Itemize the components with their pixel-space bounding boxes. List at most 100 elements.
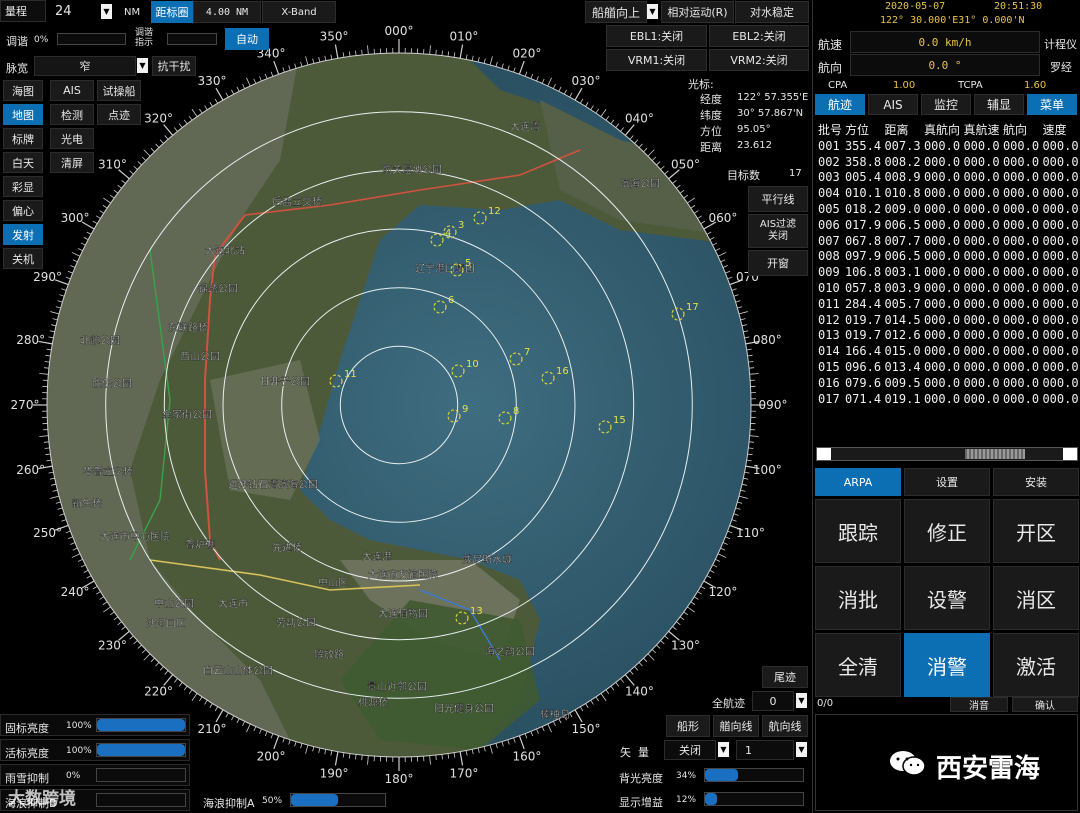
track-column-header[interactable]: 批号 [816,121,843,138]
arpa-button[interactable]: 修正 [904,499,990,563]
motion-mode-button[interactable]: 相对运动(R) [661,1,734,23]
table-row[interactable]: 013 019.7 012.6 000.0 000.0 000.0 000.0 [816,328,1080,344]
table-row[interactable]: 002 358.8 008.2 000.0 000.0 000.0 000.0 [816,154,1080,170]
bearing-tick [215,709,224,723]
backlight-bar[interactable] [704,768,804,782]
left-menu-item[interactable]: 点迹 [97,104,141,125]
speed-source[interactable]: 计程仪 [1044,36,1077,52]
vector-value2[interactable]: 1 [736,740,794,760]
heading-mode-dropdown-icon[interactable]: ▼ [647,4,658,19]
left-menu-item[interactable]: 清屏 [50,152,94,173]
vector-value[interactable]: 关闭 [664,740,716,760]
parallel-line-button[interactable]: 平行线 [748,186,808,212]
course-line-button[interactable]: 航向线 [762,715,808,737]
arpa-tab[interactable]: ARPA [815,468,901,496]
right-tab[interactable]: 航迹 [815,94,865,115]
table-row[interactable]: 003 005.4 008.9 000.0 000.0 000.0 000.0 [816,170,1080,186]
left-menu-item[interactable]: 试操船 [97,80,141,101]
band-label[interactable]: X-Band [262,1,336,23]
left-menu-item[interactable]: 标牌 [3,128,43,149]
right-tab[interactable]: AIS [868,94,918,115]
right-tab[interactable]: 辅显 [974,94,1024,115]
track-column-header[interactable]: 真航速 [961,121,1001,138]
table-row[interactable]: 015 096.6 013.4 000.0 000.0 000.0 000.0 [816,359,1080,375]
right-tab[interactable]: 监控 [921,94,971,115]
arpa-tab[interactable]: 安装 [993,468,1079,496]
arpa-button[interactable]: 全清 [815,633,901,697]
arpa-button[interactable]: 消警 [904,633,990,697]
trail-button[interactable]: 尾迹 [762,666,808,688]
open-window-button[interactable]: 开窗 [748,250,808,276]
stabilize-button[interactable]: 对水稳定 [735,1,809,23]
track-column-header[interactable]: 方位 [843,121,883,138]
arpa-button[interactable]: 开区 [993,499,1079,563]
heading-mode-button[interactable]: 船艏向上 [585,1,647,23]
track-column-header[interactable]: 真航向 [922,121,962,138]
track-column-header[interactable]: 航向 [1001,121,1041,138]
vector2-dropdown-icon[interactable]: ▼ [796,742,807,757]
right-tab[interactable]: 菜单 [1027,94,1077,115]
tune-bar[interactable] [57,33,126,45]
table-row[interactable]: 005 018.2 009.0 000.0 000.0 000.0 000.0 [816,201,1080,217]
ebl1-button[interactable]: EBL1:关闭 [606,25,707,47]
sea-clutter-bar[interactable] [290,793,386,807]
vrm2-button[interactable]: VRM2:关闭 [709,49,809,71]
arpa-button[interactable]: 消区 [993,566,1079,630]
left-menu-item[interactable]: 发射 [3,224,43,245]
table-row[interactable]: 010 057.8 003.9 000.0 000.0 000.0 000.0 [816,280,1080,296]
table-row[interactable]: 014 166.4 015.0 000.0 000.0 000.0 000.0 [816,343,1080,359]
arpa-button[interactable]: 设警 [904,566,990,630]
track-column-header[interactable]: 距离 [882,121,922,138]
table-row[interactable]: 001 355.4 007.3 000.0 000.0 000.0 000.0 [816,138,1080,154]
ebl2-button[interactable]: EBL2:关闭 [709,25,809,47]
control-bar[interactable] [96,718,186,732]
left-menu-item[interactable]: 海图 [3,80,43,101]
table-row[interactable]: 006 017.9 006.5 000.0 000.0 000.0 000.0 [816,217,1080,233]
track-column-header[interactable]: 速度 [1040,121,1080,138]
table-row[interactable]: 016 079.6 009.5 000.0 000.0 000.0 000.0 [816,375,1080,391]
arpa-button[interactable]: 激活 [993,633,1079,697]
range-dropdown-icon[interactable]: ▼ [101,4,112,19]
auto-button[interactable]: 自动 [225,28,269,50]
control-bar[interactable] [96,768,186,782]
left-menu-item[interactable]: 偏心 [3,200,43,221]
bearing-label: 320° [144,111,173,125]
mute-button[interactable]: 消音 [950,697,1008,712]
table-row[interactable]: 017 071.4 019.1 000.0 000.0 000.0 000.0 [816,391,1080,407]
range-value[interactable]: 24 [55,4,72,19]
left-menu-item[interactable]: 检测 [50,104,94,125]
table-row[interactable]: 009 106.8 003.1 000.0 000.0 000.0 000.0 [816,264,1080,280]
full-trail-dropdown-icon[interactable]: ▼ [796,693,807,708]
arpa-button[interactable]: 消批 [815,566,901,630]
gain-bar[interactable] [704,792,804,806]
table-cell: 018.2 [844,202,882,217]
ship-shape-button[interactable]: 船形 [666,715,710,737]
table-row[interactable]: 011 284.4 005.7 000.0 000.0 000.0 000.0 [816,296,1080,312]
pulse-dropdown-icon[interactable]: ▼ [137,58,148,73]
arpa-button[interactable]: 跟踪 [815,499,901,563]
anti-interference-button[interactable]: 抗干扰 [152,56,196,76]
heading-line-button[interactable]: 艏向线 [713,715,759,737]
left-menu-item[interactable]: 白天 [3,152,43,173]
ais-filter-button[interactable]: AIS过滤 关闭 [748,214,808,248]
control-bar[interactable] [96,743,186,757]
confirm-button[interactable]: 确认 [1012,697,1078,712]
vector-dropdown-icon[interactable]: ▼ [718,742,729,757]
left-menu-item[interactable]: 地图 [3,104,43,125]
left-menu-item[interactable]: 光电 [50,128,94,149]
left-menu-item[interactable]: AIS [50,80,94,101]
table-row[interactable]: 008 097.9 006.5 000.0 000.0 000.0 000.0 [816,249,1080,265]
left-menu-item[interactable]: 彩显 [3,176,43,197]
table-scrollbar[interactable] [816,447,1078,461]
ring-label[interactable]: 距标圈 [151,1,193,23]
table-row[interactable]: 012 019.7 014.5 000.0 000.0 000.0 000.0 [816,312,1080,328]
control-bar[interactable] [96,793,186,807]
table-row[interactable]: 004 010.1 010.8 000.0 000.0 000.0 000.0 [816,185,1080,201]
course-source[interactable]: 罗经 [1050,59,1072,75]
table-row[interactable]: 007 067.8 007.7 000.0 000.0 000.0 000.0 [816,233,1080,249]
left-menu-item[interactable]: 关机 [3,248,43,269]
pulse-value[interactable]: 窄 [34,56,136,76]
full-trail-value[interactable]: 0 [752,691,794,711]
arpa-tab[interactable]: 设置 [904,468,990,496]
vrm1-button[interactable]: VRM1:关闭 [606,49,707,71]
